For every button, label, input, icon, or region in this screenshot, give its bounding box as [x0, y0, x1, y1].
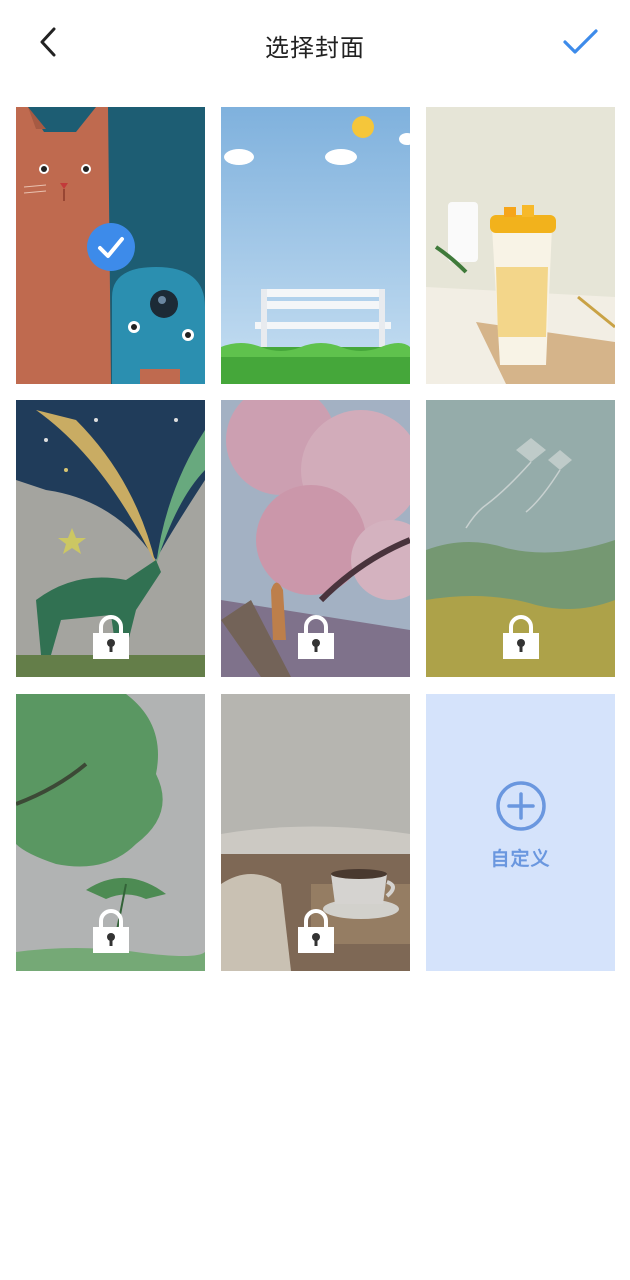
plus-circle-icon [496, 781, 546, 831]
confirm-button[interactable] [558, 22, 602, 62]
lock-icon [93, 615, 129, 659]
cover-option-deer[interactable] [16, 400, 205, 677]
selected-check-icon [87, 223, 135, 271]
cover-option-cat[interactable] [16, 107, 205, 384]
cover-option-mango[interactable] [426, 107, 615, 384]
cover-image-mango [426, 107, 615, 384]
lock-icon [298, 615, 334, 659]
lock-icon [503, 615, 539, 659]
cover-option-blossom[interactable] [221, 400, 410, 677]
checkmark-icon [563, 29, 598, 54]
cover-image-bench [221, 107, 410, 384]
cover-option-coffee[interactable] [221, 694, 410, 971]
cover-option-bench[interactable] [221, 107, 410, 384]
top-bar: 选择封面 [0, 0, 630, 86]
cover-grid: 自定义 [16, 107, 616, 971]
lock-icon [93, 909, 129, 953]
cover-option-kites[interactable] [426, 400, 615, 677]
custom-cover-button[interactable]: 自定义 [426, 694, 615, 971]
cover-option-rain[interactable] [16, 694, 205, 971]
custom-cover-label: 自定义 [490, 848, 551, 870]
lock-icon [298, 909, 334, 953]
page-title: 选择封面 [265, 34, 365, 62]
